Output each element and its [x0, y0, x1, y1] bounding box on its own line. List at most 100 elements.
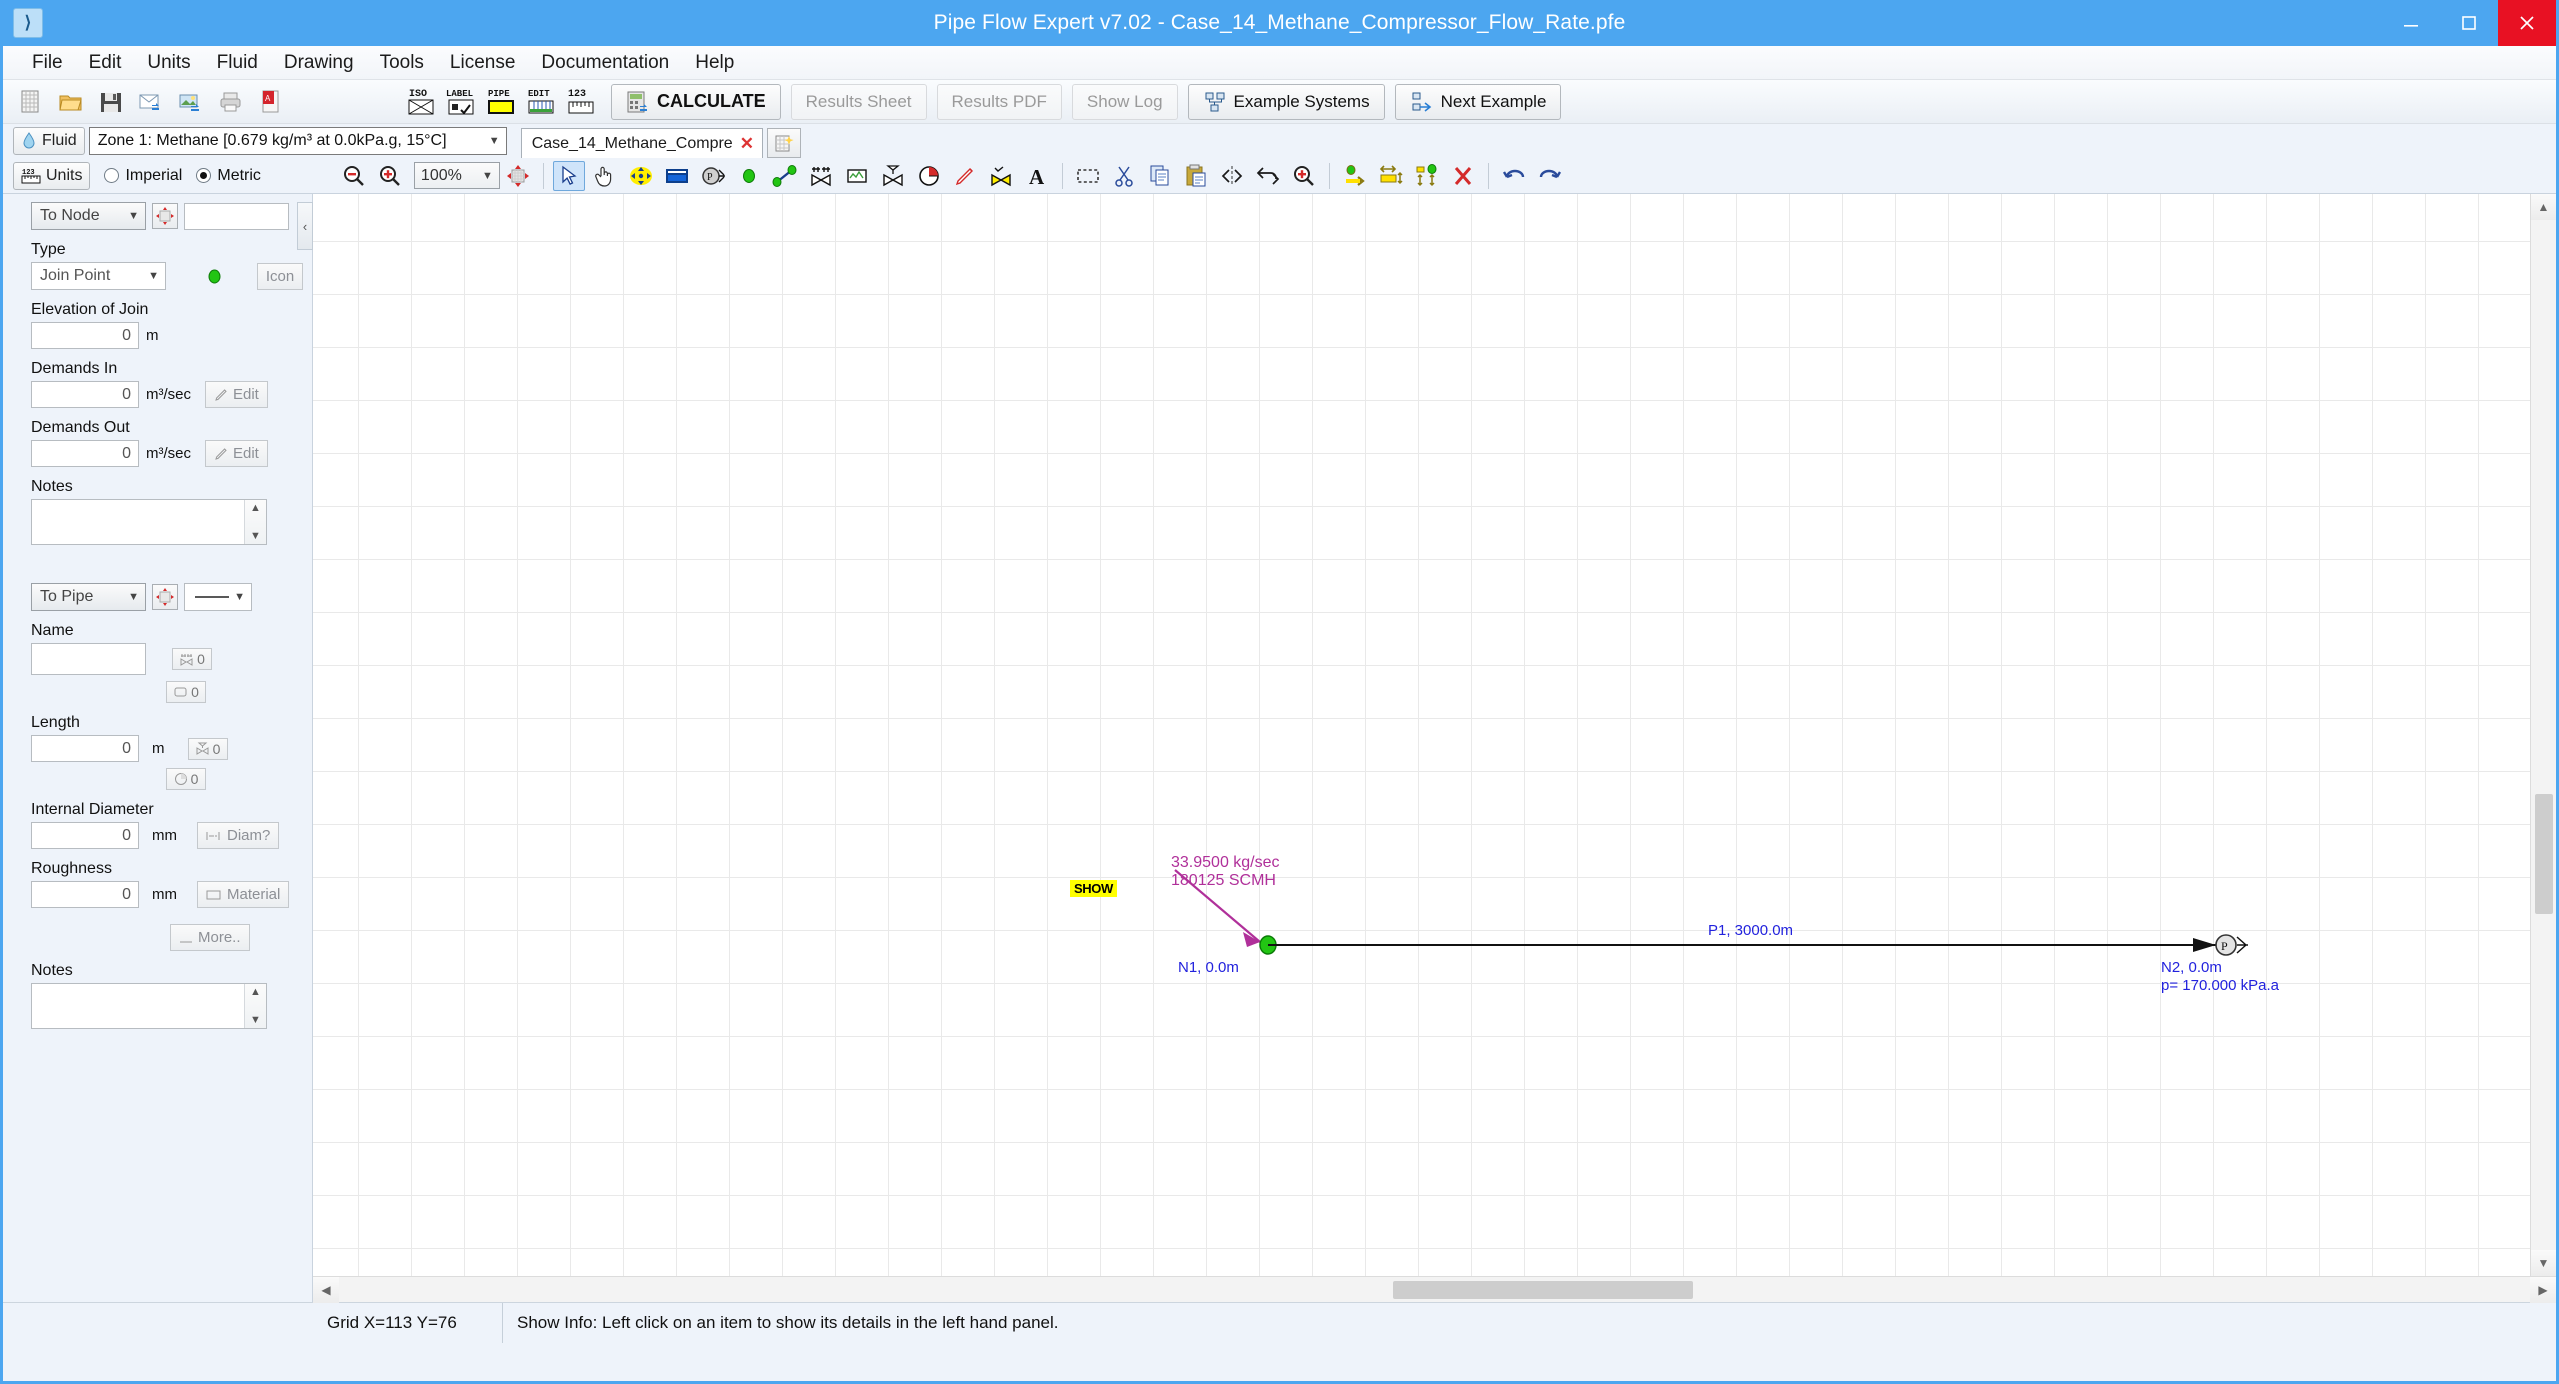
close-icon[interactable]: [2498, 0, 2556, 46]
fluid-zone-select[interactable]: Zone 1: Methane [0.679 kg/m³ at 0.0kPa.g…: [88, 127, 507, 155]
select-pointer-tool[interactable]: [552, 160, 585, 191]
rotate-icon[interactable]: [1252, 161, 1284, 191]
demands-in-input[interactable]: 0: [31, 381, 139, 408]
pipe-icon[interactable]: PIPE: [484, 85, 518, 119]
more-button[interactable]: More..: [170, 924, 250, 951]
new-file-icon[interactable]: [14, 85, 48, 119]
demands-out-edit-button[interactable]: Edit: [205, 440, 268, 467]
label-icon[interactable]: LABEL: [444, 85, 478, 119]
valve-count-button[interactable]: 0: [172, 648, 212, 670]
next-example-button[interactable]: Next Example: [1394, 83, 1562, 120]
paste-icon[interactable]: [1180, 161, 1212, 191]
component-tool[interactable]: [841, 161, 873, 191]
menu-drawing[interactable]: Drawing: [271, 49, 367, 77]
zoom-region-icon[interactable]: [1288, 161, 1320, 191]
close-tab-icon[interactable]: ✕: [740, 134, 754, 154]
example-systems-button[interactable]: Example Systems: [1187, 83, 1385, 120]
pipe-tool[interactable]: [769, 161, 801, 191]
align-horizontal-icon[interactable]: [1339, 161, 1371, 191]
controlvalve-count-button[interactable]: 0: [187, 737, 228, 760]
pipe-scope-select[interactable]: To Pipe ▼: [31, 583, 146, 611]
results-pdf-button[interactable]: Results PDF: [936, 83, 1062, 120]
valve-tool[interactable]: [805, 161, 837, 191]
roughness-input[interactable]: 0: [31, 881, 139, 908]
save-icon[interactable]: [94, 85, 128, 119]
menu-tools[interactable]: Tools: [367, 49, 437, 77]
pipe-notes-scrollbar[interactable]: ▲ ▼: [244, 984, 266, 1028]
canvas-vertical-scrollbar[interactable]: ▲ ▼: [2530, 194, 2556, 1276]
edit-icon[interactable]: EDIT: [524, 85, 558, 119]
show-chip[interactable]: SHOW: [1070, 880, 1117, 897]
results-sheet-button[interactable]: Results Sheet: [790, 83, 927, 120]
distribute-icon[interactable]: [1411, 161, 1443, 191]
check-valve-tool[interactable]: [985, 161, 1017, 191]
scroll-right-arrow[interactable]: ▶: [2530, 1276, 2556, 1303]
units-ruler-icon[interactable]: 123: [564, 85, 598, 119]
zoom-in-icon[interactable]: [374, 161, 406, 191]
document-tab[interactable]: Case_14_Methane_Compresso ✕: [520, 128, 763, 158]
menu-file[interactable]: File: [19, 49, 76, 77]
menu-help[interactable]: Help: [682, 49, 747, 77]
pipe-name-input[interactable]: [31, 643, 146, 675]
scroll-down-arrow[interactable]: ▼: [2530, 1250, 2556, 1276]
calculate-button[interactable]: CALCULATE: [611, 83, 781, 120]
pressure-node-tool[interactable]: P: [697, 161, 729, 191]
new-system-icon[interactable]: [766, 128, 801, 158]
menu-fluid[interactable]: Fluid: [204, 49, 271, 77]
node-name-input[interactable]: [184, 202, 289, 230]
redo-icon[interactable]: [1534, 161, 1566, 191]
units-button[interactable]: 123 Units: [13, 161, 91, 190]
email-icon[interactable]: [134, 85, 168, 119]
zoom-level-select[interactable]: 100% ▼: [413, 162, 500, 189]
scroll-up-arrow[interactable]: ▲: [2530, 194, 2556, 220]
zoom-out-icon[interactable]: [338, 161, 370, 191]
pdf-icon[interactable]: A: [254, 85, 288, 119]
open-folder-icon[interactable]: [54, 85, 88, 119]
pipe-target-icon[interactable]: [152, 584, 178, 610]
join-point-tool[interactable]: [733, 161, 765, 191]
horizontal-scroll-thumb[interactable]: [1393, 1281, 1693, 1299]
pump-tool[interactable]: [913, 161, 945, 191]
move-node-tool[interactable]: [625, 161, 657, 191]
internal-diameter-input[interactable]: 0: [31, 822, 139, 849]
demands-in-edit-button[interactable]: Edit: [205, 381, 268, 408]
metric-radio[interactable]: Metric: [196, 167, 261, 185]
scroll-left-arrow[interactable]: ◀: [313, 1276, 339, 1303]
tank-tool[interactable]: [661, 161, 693, 191]
node-icon-button[interactable]: Icon: [257, 262, 303, 290]
menu-documentation[interactable]: Documentation: [528, 49, 682, 77]
material-button[interactable]: Material: [197, 881, 290, 908]
elevation-input[interactable]: 0: [31, 322, 139, 349]
undo-icon[interactable]: [1498, 161, 1530, 191]
pipe-linestyle-select[interactable]: ▼: [184, 583, 252, 611]
fluid-button[interactable]: Fluid: [13, 127, 85, 155]
canvas-horizontal-scrollbar[interactable]: ◀ ▶: [313, 1276, 2556, 1303]
node-scope-select[interactable]: To Node ▼: [31, 202, 146, 230]
node-type-select[interactable]: Join Point ▼: [31, 262, 166, 290]
node-notes-scrollbar[interactable]: ▲ ▼: [244, 500, 266, 544]
menu-units[interactable]: Units: [134, 49, 203, 77]
node-notes-input[interactable]: ▲ ▼: [31, 499, 267, 545]
control-valve-tool[interactable]: [877, 161, 909, 191]
flow-pen-tool[interactable]: [949, 161, 981, 191]
fit-to-window-icon[interactable]: [502, 161, 534, 191]
export-image-icon[interactable]: [174, 85, 208, 119]
drawing-canvas[interactable]: P SHOW 33.9500 kg/sec 180125 SCMH N1, 0.…: [313, 194, 2530, 1276]
flip-vertical-icon[interactable]: [1216, 161, 1248, 191]
text-tool[interactable]: A: [1021, 161, 1053, 191]
vertical-scroll-thumb[interactable]: [2535, 794, 2553, 914]
menu-license[interactable]: License: [437, 49, 529, 77]
pipe-notes-input[interactable]: ▲ ▼: [31, 983, 267, 1029]
show-log-button[interactable]: Show Log: [1071, 83, 1178, 120]
demands-out-input[interactable]: 0: [31, 440, 139, 467]
minimize-icon[interactable]: [2382, 0, 2440, 46]
iso-view-icon[interactable]: ISO: [404, 85, 438, 119]
component-count-button[interactable]: 0: [166, 681, 206, 703]
diam-button[interactable]: Diam?: [197, 822, 280, 849]
resize-icon[interactable]: [1375, 161, 1407, 191]
sidebar-collapse-handle[interactable]: ‹: [297, 202, 313, 250]
copy-icon[interactable]: [1144, 161, 1176, 191]
pump-count-button[interactable]: 0: [166, 768, 206, 790]
marquee-select-tool[interactable]: [1072, 161, 1104, 191]
pipe-length-input[interactable]: 0: [31, 735, 139, 762]
